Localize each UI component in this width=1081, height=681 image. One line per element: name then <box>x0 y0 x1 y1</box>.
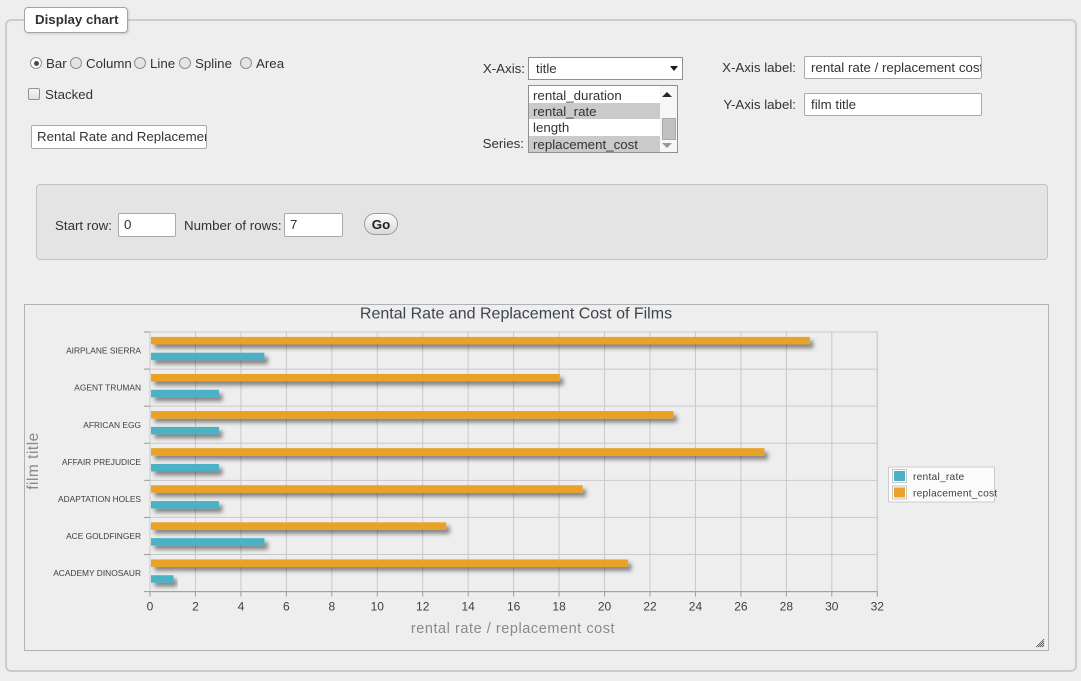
svg-text:0: 0 <box>147 600 154 614</box>
svg-text:30: 30 <box>825 600 839 614</box>
svg-text:28: 28 <box>780 600 794 614</box>
svg-text:film title: film title <box>25 432 42 490</box>
svg-text:24: 24 <box>689 600 703 614</box>
svg-text:26: 26 <box>734 600 748 614</box>
svg-text:AFFAIR PREJUDICE: AFFAIR PREJUDICE <box>62 457 142 467</box>
svg-text:AFRICAN EGG: AFRICAN EGG <box>83 420 141 430</box>
svg-text:22: 22 <box>643 600 657 614</box>
svg-text:6: 6 <box>283 600 290 614</box>
svg-text:AGENT TRUMAN: AGENT TRUMAN <box>74 383 141 393</box>
svg-text:Rental Rate and Replacement Co: Rental Rate and Replacement Cost of Film… <box>360 306 672 323</box>
svg-text:rental rate / replacement cost: rental rate / replacement cost <box>411 621 615 637</box>
svg-text:ADAPTATION HOLES: ADAPTATION HOLES <box>58 494 141 504</box>
svg-text:ACE GOLDFINGER: ACE GOLDFINGER <box>66 531 141 541</box>
svg-text:18: 18 <box>552 600 566 614</box>
svg-text:10: 10 <box>371 600 385 614</box>
svg-text:ACADEMY DINOSAUR: ACADEMY DINOSAUR <box>53 568 141 578</box>
svg-text:AIRPLANE SIERRA: AIRPLANE SIERRA <box>66 346 141 356</box>
svg-text:8: 8 <box>328 600 335 614</box>
svg-text:14: 14 <box>462 600 476 614</box>
svg-text:replacement_cost: replacement_cost <box>913 489 997 500</box>
svg-text:12: 12 <box>416 600 430 614</box>
svg-text:32: 32 <box>871 600 885 614</box>
svg-text:16: 16 <box>507 600 521 614</box>
svg-text:4: 4 <box>238 600 245 614</box>
svg-text:20: 20 <box>598 600 612 614</box>
svg-text:2: 2 <box>192 600 199 614</box>
svg-text:rental_rate: rental_rate <box>913 472 965 483</box>
